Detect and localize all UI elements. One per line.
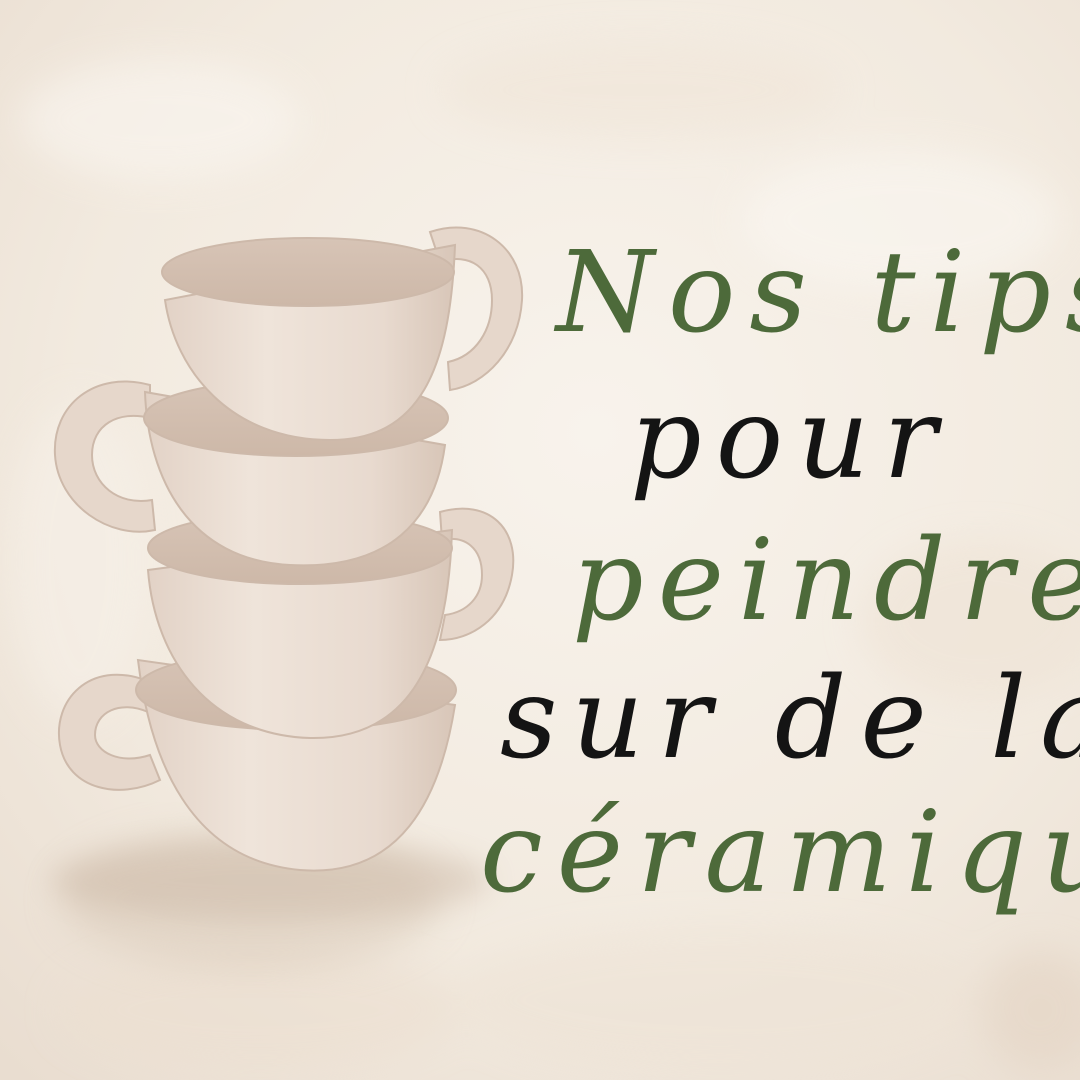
headline-line-3: peindre <box>572 516 1080 646</box>
headline-line-5: céramique <box>480 788 1080 918</box>
headline: Nos tips pour peindre sur de la céramiqu… <box>470 215 1080 915</box>
promo-image: Nos tips pour peindre sur de la céramiqu… <box>0 0 1080 1080</box>
headline-line-4: sur de la <box>500 654 1080 784</box>
headline-line-2: pour <box>630 374 951 504</box>
headline-line-1: Nos tips <box>556 228 1080 358</box>
